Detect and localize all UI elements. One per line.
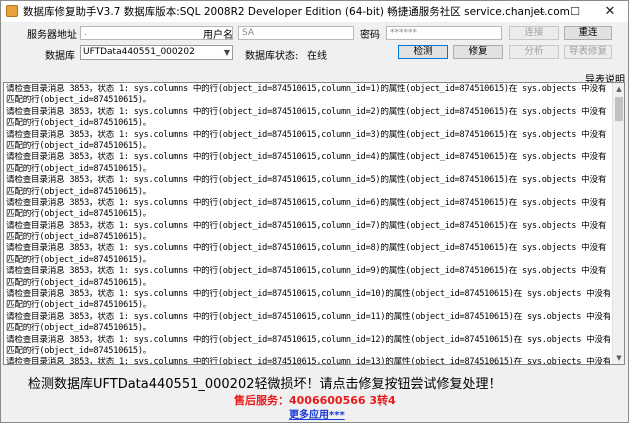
export-repair-button[interactable]: 导表修复: [564, 45, 612, 59]
log-line: 匹配的行(object_id=874510615)。: [6, 277, 152, 288]
log-line: 匹配的行(object_id=874510615)。: [6, 300, 152, 311]
log-line: 请检查目录消息 3853，状态 1: sys.columns 中的行(objec…: [6, 197, 607, 208]
username-label: 用户名: [203, 30, 233, 41]
log-line: 匹配的行(object_id=874510615)。: [6, 323, 152, 334]
minimize-button[interactable]: —: [523, 1, 557, 22]
chevron-down-icon: ▼: [223, 48, 230, 57]
database-select[interactable]: UFTData440551_000202 ▼: [80, 45, 233, 60]
check-button[interactable]: 检测: [398, 45, 448, 59]
analyze-button[interactable]: 分析: [509, 45, 559, 59]
more-apps-link[interactable]: 更多应用***: [289, 406, 345, 421]
database-selected-value: UFTData440551_000202: [83, 47, 195, 57]
close-button[interactable]: ✕: [593, 1, 627, 22]
window-title: 数据库修复助手V3.7 数据库版本:SQL 2008R2 Developer E…: [23, 6, 570, 18]
log-line: 匹配的行(object_id=874510615)。: [6, 140, 152, 151]
log-line: 请检查目录消息 3853，状态 1: sys.columns 中的行(objec…: [6, 311, 610, 322]
connect-button[interactable]: 连接: [509, 26, 559, 40]
log-line: 匹配的行(object_id=874510615)。: [6, 95, 152, 106]
database-status-label: 数据库状态:: [245, 51, 299, 62]
log-line: 请检查目录消息 3853，状态 1: sys.columns 中的行(objec…: [6, 220, 607, 231]
log-line: 请检查目录消息 3853，状态 1: sys.columns 中的行(objec…: [6, 334, 610, 345]
scroll-down-arrow-icon[interactable]: ▼: [613, 352, 624, 364]
scroll-thumb[interactable]: [615, 97, 623, 121]
log-line: 请检查目录消息 3853，状态 1: sys.columns 中的行(objec…: [6, 243, 607, 254]
server-address-label: 服务器地址: [27, 30, 77, 41]
log-line: 匹配的行(object_id=874510615)。: [6, 118, 152, 129]
log-line: 匹配的行(object_id=874510615)。: [6, 345, 152, 356]
reconnect-button[interactable]: 重连: [564, 26, 612, 40]
log-line: 请检查目录消息 3853，状态 1: sys.columns 中的行(objec…: [6, 129, 607, 140]
log-line: 请检查目录消息 3853，状态 1: sys.columns 中的行(objec…: [6, 84, 607, 94]
log-line: 匹配的行(object_id=874510615)。: [6, 232, 152, 243]
log-scrollbar[interactable]: ▲ ▼: [612, 83, 624, 364]
maximize-button[interactable]: ☐: [558, 1, 592, 22]
log-line: 请检查目录消息 3853，状态 1: sys.columns 中的行(objec…: [6, 266, 607, 277]
title-bar[interactable]: 数据库修复助手V3.7 数据库版本:SQL 2008R2 Developer E…: [1, 1, 628, 22]
repair-button[interactable]: 修复: [453, 45, 503, 59]
log-output[interactable]: 请检查目录消息 3853，状态 1: sys.columns 中的行(objec…: [3, 82, 625, 365]
log-line: 请检查目录消息 3853，状态 1: sys.columns 中的行(objec…: [6, 152, 607, 163]
log-line: 匹配的行(object_id=874510615)。: [6, 163, 152, 174]
password-input[interactable]: ******: [386, 26, 502, 40]
log-line: 匹配的行(object_id=874510615)。: [6, 254, 152, 265]
log-line: 请检查目录消息 3853，状态 1: sys.columns 中的行(objec…: [6, 289, 610, 300]
username-input[interactable]: SA: [238, 26, 354, 40]
log-line: 请检查目录消息 3853，状态 1: sys.columns 中的行(objec…: [6, 357, 610, 365]
log-line: 匹配的行(object_id=874510615)。: [6, 186, 152, 197]
database-status-value: 在线: [307, 51, 327, 62]
scroll-up-arrow-icon[interactable]: ▲: [613, 83, 624, 95]
password-label: 密码: [360, 30, 380, 41]
app-icon: [6, 5, 18, 17]
log-line: 请检查目录消息 3853，状态 1: sys.columns 中的行(objec…: [6, 175, 607, 186]
database-label: 数据库: [45, 51, 75, 62]
app-window: 数据库修复助手V3.7 数据库版本:SQL 2008R2 Developer E…: [0, 0, 629, 423]
log-lines: 请检查目录消息 3853，状态 1: sys.columns 中的行(objec…: [6, 84, 610, 365]
log-line: 请检查目录消息 3853，状态 1: sys.columns 中的行(objec…: [6, 106, 607, 117]
log-line: 匹配的行(object_id=874510615)。: [6, 209, 152, 220]
damage-message: 检测数据库UFTData440551_000202轻微损坏！请点击修复按钮尝试修…: [28, 377, 502, 392]
